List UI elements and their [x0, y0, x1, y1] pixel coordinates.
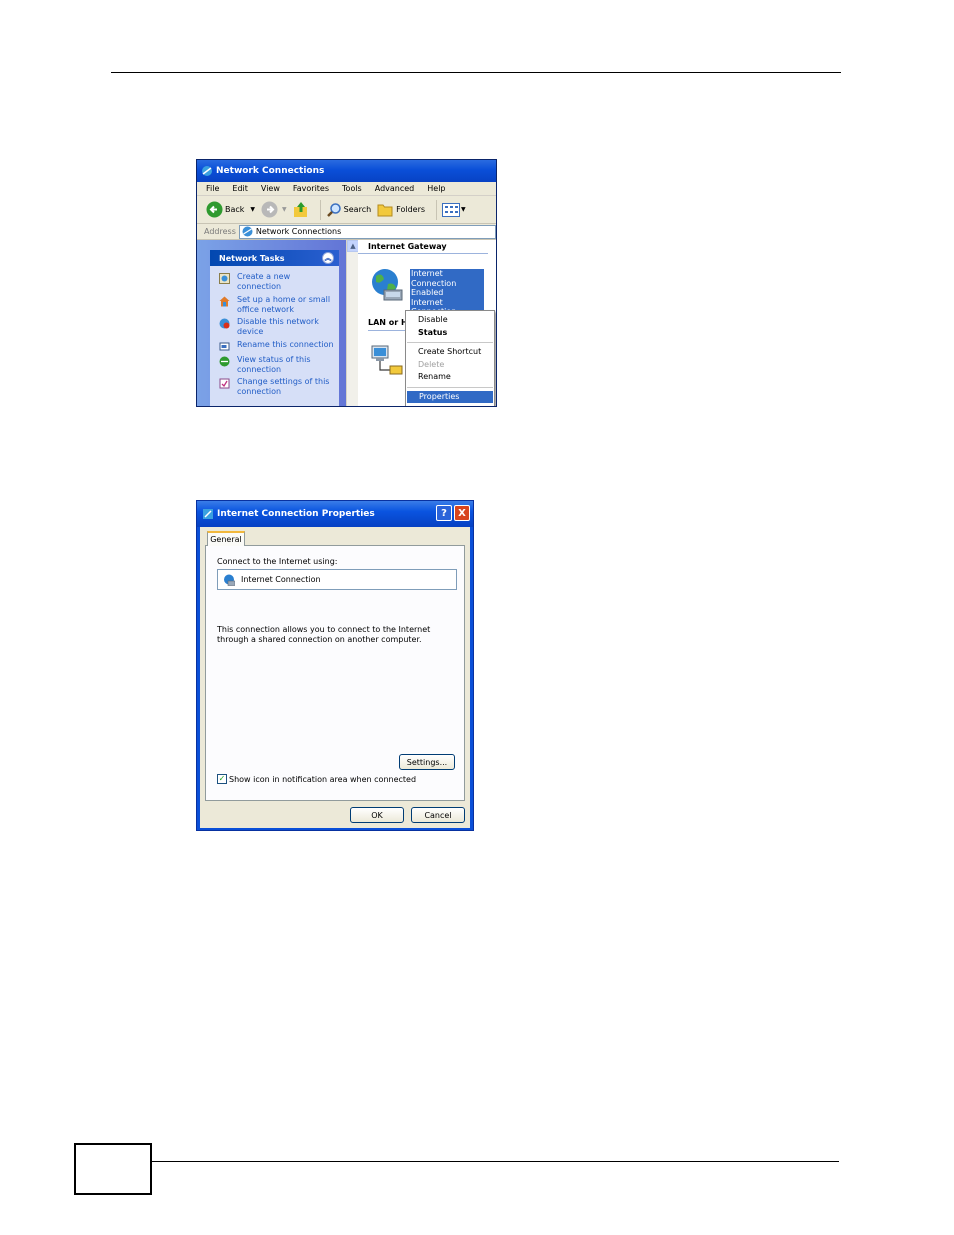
menu-item-delete: Delete	[418, 359, 445, 369]
toolbar-separator	[319, 199, 321, 220]
dialog-title: Internet Connection Properties	[217, 509, 375, 519]
task-home-network[interactable]: Set up a home or small office network	[210, 295, 339, 318]
task-disable-device[interactable]: Disable this network device	[210, 317, 339, 340]
ok-button[interactable]: OK	[350, 807, 404, 823]
up-folder-icon	[293, 202, 307, 217]
folders-button[interactable]: Folders	[377, 202, 425, 217]
connection-properties-icon	[202, 508, 214, 520]
menu-item-disable[interactable]: Disable	[406, 314, 494, 327]
views-button[interactable]: ▼	[442, 202, 466, 217]
folders-icon	[377, 204, 393, 217]
address-field[interactable]: Network Connections	[238, 224, 496, 239]
dialog-client: General Connect to the Internet using: I…	[200, 527, 470, 828]
task-rename-connection[interactable]: Rename this connection	[210, 340, 339, 355]
views-icon	[442, 202, 461, 217]
forward-dropdown-icon: ▼	[282, 206, 287, 213]
show-icon-checkbox[interactable]: ✓	[217, 774, 227, 784]
cancel-button[interactable]: Cancel	[411, 807, 465, 823]
rename-icon	[219, 342, 230, 350]
show-icon-label: Show icon in notification area when conn…	[229, 774, 417, 784]
back-button[interactable]: Back ▼	[206, 201, 255, 218]
lan-connection-icon[interactable]	[370, 344, 404, 376]
connection-description: This connection allows you to connect to…	[217, 625, 431, 644]
connect-using-label: Connect to the Internet using:	[217, 557, 338, 566]
search-icon	[326, 202, 341, 217]
tab-general[interactable]: General	[207, 531, 245, 546]
change-settings-icon	[219, 378, 230, 389]
menu-file[interactable]: File	[206, 184, 219, 193]
menu-view[interactable]: View	[261, 184, 280, 193]
menu-separator	[407, 342, 493, 343]
network-connections-window: Network Connections File Edit View Favor…	[196, 159, 497, 407]
back-arrow-icon	[206, 201, 223, 218]
collapse-chevron-icon[interactable]: ︽	[322, 252, 334, 264]
task-view-status[interactable]: View status of this connection	[210, 355, 339, 378]
menu-item-rename[interactable]: Rename	[406, 371, 494, 384]
menu-separator	[407, 386, 493, 388]
address-bar: Address Network Connections	[197, 224, 496, 240]
forward-button[interactable]: ▼	[261, 201, 287, 218]
toolbar-separator	[436, 199, 438, 220]
general-tab-panel: Connect to the Internet using: Internet …	[205, 545, 465, 801]
vertical-scrollbar[interactable]: ▲	[346, 240, 359, 406]
network-tasks-box: Network Tasks ︽ Create a new connection …	[210, 250, 339, 406]
close-button[interactable]: X	[454, 505, 470, 521]
home-network-icon	[219, 296, 230, 306]
internet-gateway-group: Internet Gateway	[358, 240, 488, 254]
connection-name: Internet Connection	[241, 575, 321, 584]
up-folder-button[interactable]	[293, 201, 309, 218]
title-buttons: ? X	[434, 505, 470, 521]
internet-connection-properties-dialog: Internet Connection Properties ? X Gener…	[196, 500, 474, 831]
network-connection-icon	[224, 574, 235, 586]
menu-bar: File Edit View Favorites Tools Advanced …	[197, 182, 496, 196]
menu-favorites[interactable]: Favorites	[293, 184, 329, 193]
disable-device-icon	[219, 318, 230, 329]
menu-tools[interactable]: Tools	[342, 184, 362, 193]
address-label: Address	[204, 227, 236, 236]
help-button[interactable]: ?	[436, 505, 452, 521]
task-change-settings[interactable]: Change settings of this connection	[210, 377, 339, 400]
forward-arrow-icon	[261, 201, 278, 218]
menu-item-status[interactable]: Status	[406, 327, 494, 340]
address-value: Network Connections	[255, 227, 342, 236]
window-titlebar[interactable]: Network Connections	[197, 160, 496, 182]
network-tasks-list: Create a new connection Set up a home or…	[210, 266, 339, 400]
menu-advanced[interactable]: Advanced	[375, 184, 415, 193]
task-pane: Network Tasks ︽ Create a new connection …	[197, 240, 346, 406]
new-connection-icon	[219, 273, 230, 284]
menu-item-properties[interactable]: Properties	[407, 390, 493, 403]
settings-button[interactable]: Settings...	[399, 754, 455, 770]
lan-group-header: LAN or H	[368, 318, 408, 327]
network-globe-icon	[242, 226, 253, 237]
connection-context-menu: Disable Status Create Shortcut Delete Re…	[405, 310, 495, 406]
menu-help[interactable]: Help	[427, 184, 445, 193]
footer-rule	[151, 1161, 839, 1162]
toolbar: Back ▼ ▼ Search Folders ▼	[197, 196, 496, 224]
window-title: Network Connections	[216, 166, 325, 176]
menu-edit[interactable]: Edit	[232, 184, 248, 193]
internet-gateway-icon[interactable]	[370, 266, 404, 302]
network-connections-icon	[201, 165, 213, 177]
views-dropdown-icon: ▼	[461, 206, 466, 213]
dialog-titlebar[interactable]: Internet Connection Properties ? X	[197, 501, 473, 527]
view-status-icon	[219, 356, 230, 366]
header-rule	[111, 72, 841, 73]
search-button[interactable]: Search	[326, 202, 371, 218]
page-number-box	[74, 1143, 152, 1195]
show-icon-option[interactable]: ✓ Show icon in notification area when co…	[217, 774, 416, 784]
network-tasks-header[interactable]: Network Tasks ︽	[210, 250, 339, 266]
menu-item-create-shortcut[interactable]: Create Shortcut	[406, 346, 494, 359]
back-dropdown-icon[interactable]: ▼	[250, 206, 255, 213]
connection-device-field: Internet Connection	[217, 569, 457, 590]
task-create-connection[interactable]: Create a new connection	[210, 272, 339, 295]
